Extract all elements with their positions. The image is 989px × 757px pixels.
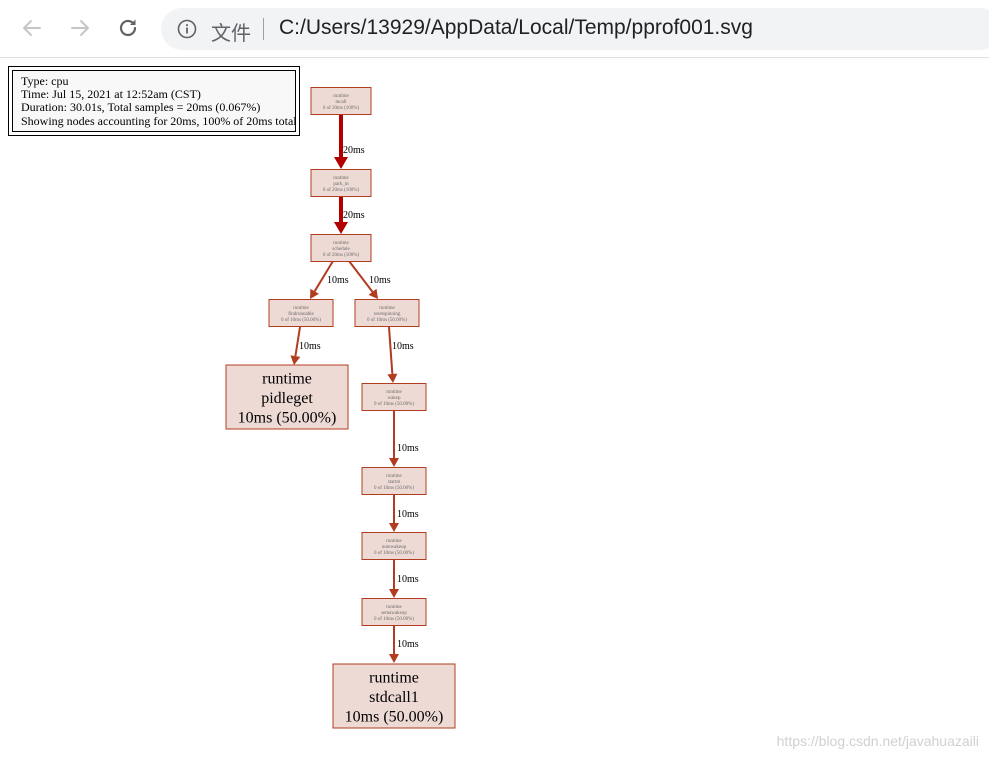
node-schedule: runtimeschedule0 of 20ms (100%)	[310, 234, 372, 262]
node-park_m: runtimepark_m0 of 20ms (100%)	[310, 169, 372, 197]
edge-label: 10ms	[299, 341, 321, 352]
node-stats: 0 of 10ms (50.00%)	[374, 402, 414, 407]
node-stats: 0 of 20ms (100%)	[323, 106, 360, 111]
edge-arrowhead	[389, 458, 399, 467]
node-function: findrunnable	[288, 312, 314, 317]
call-graph: 20ms 20ms 10ms 10ms 10ms 10ms 10ms 10ms 10ms 10ms…	[225, 87, 456, 729]
edge-label: 20ms	[343, 145, 365, 156]
node-stats: 0 of 20ms (100%)	[323, 253, 360, 258]
node-package: runtime	[386, 390, 402, 395]
node-function: semawakeup	[381, 611, 407, 616]
node-stats: 0 of 10ms (50.00%)	[374, 551, 414, 556]
edge-arrowhead	[368, 288, 378, 299]
node-pidleget: runtime pidleget 10ms (50.00%)	[225, 364, 349, 430]
node-function: stdcall1	[369, 689, 419, 706]
node-function: notewakeup	[382, 545, 407, 550]
node-stats: 0 of 10ms (50.00%)	[374, 617, 414, 622]
node-function: pidleget	[261, 390, 313, 407]
edge-arrowhead	[290, 355, 301, 365]
node-package: runtime	[369, 670, 419, 687]
node-stats: 10ms (50.00%)	[238, 410, 337, 427]
edge-label: 10ms	[369, 275, 391, 286]
edge-label: 10ms	[397, 443, 419, 454]
node-stats: 10ms (50.00%)	[345, 709, 444, 726]
edge-label: 10ms	[397, 639, 419, 650]
node-startm: runtimestartm0 of 10ms (50.00%)	[361, 467, 427, 495]
node-package: runtime	[333, 241, 349, 246]
node-stats: 0 of 10ms (50.00%)	[367, 318, 407, 323]
edge-label: 10ms	[392, 341, 414, 352]
edge-label: 10ms	[397, 574, 419, 585]
edge-label: 20ms	[343, 210, 365, 221]
node-stdcall1: runtime stdcall1 10ms (50.00%)	[332, 663, 456, 729]
node-semawakeup: runtimesemawakeup0 of 10ms (50.00%)	[361, 598, 427, 626]
node-package: runtime	[333, 176, 349, 181]
node-package: runtime	[379, 306, 395, 311]
node-function: startm	[388, 480, 401, 485]
node-stats: 0 of 10ms (50.00%)	[281, 318, 321, 323]
edge-arrowhead	[334, 222, 348, 234]
node-mcall: runtimemcall0 of 20ms (100%)	[310, 87, 372, 115]
edge-arrowhead	[389, 523, 399, 532]
node-package: runtime	[386, 539, 402, 544]
node-function: mcall	[335, 100, 347, 105]
node-notewakeup: runtimenotewakeup0 of 10ms (50.00%)	[361, 532, 427, 560]
edge-arrowhead	[334, 157, 348, 169]
node-function: resetspinning	[374, 312, 401, 317]
edge-arrowhead	[389, 589, 399, 598]
node-package: runtime	[333, 94, 349, 99]
node-package: runtime	[262, 371, 312, 388]
watermark: https://blog.csdn.net/javahuazaili	[776, 733, 979, 749]
node-function: park_m	[333, 182, 348, 187]
node-package: runtime	[293, 306, 309, 311]
edge-arrowhead	[387, 373, 398, 383]
edge-arrowhead	[389, 654, 399, 663]
edge-label: 10ms	[397, 509, 419, 520]
node-findrunnable: runtimefindrunnable0 of 10ms (50.00%)	[268, 299, 334, 327]
node-package: runtime	[386, 474, 402, 479]
edge-label: 10ms	[327, 275, 349, 286]
node-function: schedule	[332, 247, 350, 252]
node-stats: 0 of 10ms (50.00%)	[374, 486, 414, 491]
node-wakep: runtimewakep0 of 10ms (50.00%)	[361, 383, 427, 411]
node-stats: 0 of 20ms (100%)	[323, 188, 360, 193]
node-function: wakep	[387, 396, 401, 401]
node-resetspinning: runtimeresetspinning0 of 10ms (50.00%)	[354, 299, 420, 327]
node-package: runtime	[386, 605, 402, 610]
